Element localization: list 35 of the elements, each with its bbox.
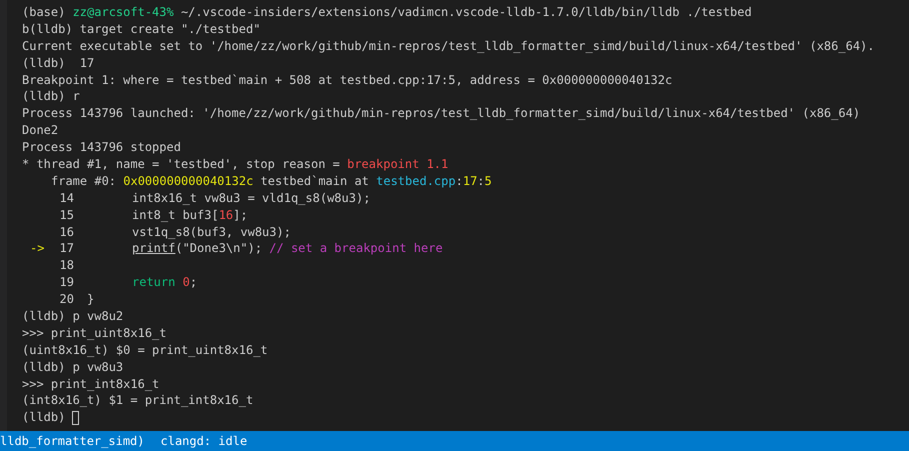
terminal-line: (int8x16_t) $1 = print_int8x16_t [22,392,254,410]
line-number: 17 [58,240,74,258]
code-line: int8x16_t vw8u3 = vld1q_s8(w8u3); [132,190,370,207]
terminal-line: (lldb) 17 [22,54,94,72]
terminal-line: Process 143796 launched: '/home/zz/work/github/min-repros/test_lldb_formatter_simd/build/linux-x64/testbed' (x86_64) [22,105,860,122]
line-number: 18 [58,257,74,274]
terminal-line: (base) zz@arcsoft-43% ~/.vscode-insiders/extensions/vadimcn.vscode-lldb-1.7.0/lldb/bin/lldb ./testbed [22,4,752,21]
code-line: int8_t buf3[16]; [132,206,248,224]
terminal-line: >>> print_uint8x16_t [22,324,166,342]
code-line: vst1q_s8(buf3, vw8u3); [132,224,291,240]
terminal-line: * thread #1, name = 'testbed', stop reason = breakpoint 1.1 [22,156,448,173]
terminal-line: (lldb) p vw8u2 [22,308,124,325]
line-number: 16 [58,224,74,240]
terminal-line: Process 143796 stopped [22,139,181,156]
terminal-cursor [72,410,80,425]
line-number: 15 [58,206,74,224]
terminal-line: (lldb) p vw8u3 [22,358,124,376]
current-line-marker: -> [30,240,46,258]
terminal-prompt: (lldb) [22,409,66,426]
terminal-line: Current executable set to '/home/zz/work/github/min-repros/test_lldb_formatter_simd/build/linux-x64/testbed' (x86_64). [22,38,875,55]
terminal-line: b(lldb) target create "./testbed" [22,20,260,38]
terminal-line: Breakpoint 1: where = testbed`main + 508 at testbed.cpp:17:5, address = 0x000000000040132c [22,72,672,88]
line-number: 19 [58,274,74,292]
terminal-line: Done2 [22,122,58,140]
code-line: } [87,291,94,308]
code-line: printf("Done3\n"); // set a breakpoint here [132,240,443,258]
terminal-line: frame #0: 0x000000000040132c testbed`main at testbed.cpp:17:5 [51,172,492,190]
terminal-line: (lldb) r [22,88,80,106]
line-number: 14 [58,190,74,207]
line-number: 20 [58,291,74,308]
status-item[interactable]: clangd: idle [160,434,248,448]
status-item[interactable]: lldb_formatter_simd) [0,434,144,448]
code-line: return 0; [132,274,198,292]
terminal-line: (uint8x16_t) $0 = print_uint8x16_t [22,342,268,359]
terminal-line: >>> print_int8x16_t [22,376,160,392]
